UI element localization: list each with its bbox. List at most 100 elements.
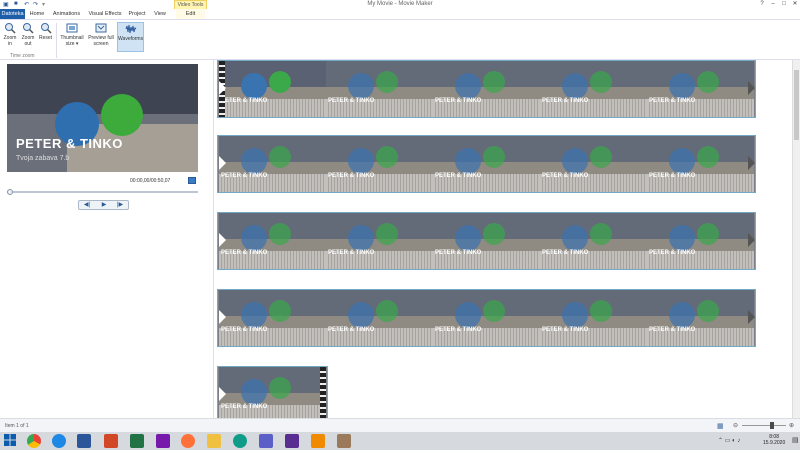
thumb-green-ball <box>376 71 398 93</box>
zoom-out-icon <box>23 23 34 34</box>
clip-caption: PETER & TINKO <box>221 404 268 410</box>
edge-icon[interactable] <box>233 434 247 448</box>
clip-caption: PETER & TINKO <box>542 98 589 104</box>
storyboard[interactable]: PETER & TINKO PETER & TINKO PETER & TINKO P… <box>214 60 792 424</box>
zoom-plus-icon[interactable]: ⊕ <box>789 422 794 429</box>
thumb-blue-ball <box>669 225 695 251</box>
thumb-blue-ball <box>241 73 267 99</box>
clip-thumbnail: PETER & TINKO <box>219 61 326 117</box>
waveforms-button[interactable]: Waveforms <box>117 22 144 52</box>
windows-start-icon[interactable] <box>4 434 18 448</box>
close-button[interactable]: ✕ <box>789 0 800 9</box>
seek-bar[interactable] <box>7 189 198 195</box>
clip-thumbnail: PETER & TINKO <box>540 213 647 269</box>
excel-icon[interactable] <box>130 434 144 448</box>
search-app-icon[interactable] <box>285 434 299 448</box>
thumb-green-ball <box>590 300 612 322</box>
zoom-minus-icon[interactable]: ⊖ <box>733 422 738 429</box>
seek-thumb[interactable] <box>7 189 13 195</box>
taskbar: ⌃ ▭ ◐ ♪ 8:08 15.9.2020 ▤ <box>0 432 800 450</box>
clip-thumbnail: PETER & TINKO <box>540 61 647 117</box>
fullscreen-preview-icon[interactable] <box>188 177 196 184</box>
next-frame-icon[interactable]: |▶ <box>112 201 128 209</box>
tab-view[interactable]: View <box>150 9 170 19</box>
ribbon: Zoom in Zoom out Reset Thumbnail size ▾ … <box>0 19 800 60</box>
green-ball <box>101 94 143 136</box>
clip-caption: PETER & TINKO <box>542 173 589 179</box>
clip-caption: PETER & TINKO <box>542 327 589 333</box>
clip-caption: PETER & TINKO <box>542 250 589 256</box>
file-explorer-icon[interactable] <box>207 434 221 448</box>
tab-home[interactable]: Home <box>26 9 48 19</box>
movie-maker-taskbar-icon[interactable] <box>337 434 351 448</box>
tray-icons[interactable]: ⌃ ▭ ◐ ♪ <box>718 437 740 444</box>
clip-caption: PETER & TINKO <box>328 98 375 104</box>
video-clip[interactable]: PETER & TINKO PETER & TINKO PETER & TINKO P… <box>217 135 756 193</box>
clip-start-arrow-icon <box>219 310 226 324</box>
thumb-blue-ball <box>241 302 267 328</box>
preview-full-screen-button[interactable]: Preview full screen <box>88 22 114 52</box>
video-clip[interactable]: PETER & TINKO PETER & TINKO PETER & TINKO P… <box>217 212 756 270</box>
thumb-green-ball <box>269 146 291 168</box>
thumb-green-ball <box>483 300 505 322</box>
video-preview[interactable]: PETER & TINKO Tvoja zabava 7.b <box>7 64 198 172</box>
thumb-green-ball <box>697 300 719 322</box>
thumb-green-ball <box>697 71 719 93</box>
clip-caption: PETER & TINKO <box>221 173 268 179</box>
zoom-slider[interactable] <box>742 422 786 429</box>
clip-thumbnail: PETER & TINKO <box>326 136 433 192</box>
vertical-scrollbar[interactable] <box>792 60 800 418</box>
thumbnail-size-button[interactable]: Thumbnail size ▾ <box>59 22 85 52</box>
clip-caption: PETER & TINKO <box>328 327 375 333</box>
thumb-green-ball <box>590 223 612 245</box>
reset-button[interactable]: Reset <box>38 22 53 52</box>
teams-icon[interactable] <box>259 434 273 448</box>
video-clip[interactable]: PETER & TINKO <box>217 366 328 424</box>
chrome-icon[interactable] <box>27 434 41 448</box>
firefox-icon[interactable] <box>181 434 195 448</box>
zoom-slider-thumb[interactable] <box>770 422 774 429</box>
tab-visual-effects[interactable]: Visual Effects <box>86 9 124 19</box>
scrollbar-thumb[interactable] <box>794 70 799 140</box>
clip-caption: PETER & TINKO <box>649 173 696 179</box>
previous-frame-icon[interactable]: ◀| <box>79 201 95 209</box>
tab-edit[interactable]: Edit <box>176 9 205 19</box>
clip-thumbnail: PETER & TINKO <box>647 61 754 117</box>
storyboard-view-icon[interactable]: ▦ <box>717 422 724 430</box>
clip-caption: PETER & TINKO <box>221 98 268 104</box>
internet-explorer-icon[interactable] <box>52 434 66 448</box>
thumb-green-ball <box>590 146 612 168</box>
preview-full-screen-label: Preview full screen <box>88 35 114 47</box>
taskbar-clock[interactable]: 8:08 15.9.2020 <box>763 434 785 446</box>
onenote-icon[interactable] <box>156 434 170 448</box>
thumb-blue-ball <box>562 73 588 99</box>
preview-pane: PETER & TINKO Tvoja zabava 7.b 00:00,00/… <box>0 60 214 418</box>
thumbnail-icon <box>66 23 78 33</box>
zoom-out-label: Zoom out <box>21 35 35 47</box>
film-strip-end <box>320 367 326 423</box>
timecode: 00:00,00/00:50,07 <box>130 178 171 184</box>
clip-start-arrow-icon <box>219 156 226 170</box>
clip-caption: PETER & TINKO <box>435 327 482 333</box>
clip-thumbnail: PETER & TINKO <box>326 213 433 269</box>
zoom-in-button[interactable]: Zoom in <box>3 22 17 52</box>
clock-date: 15.9.2020 <box>763 440 786 446</box>
powerpoint-icon[interactable] <box>104 434 118 448</box>
zoom-out-button[interactable]: Zoom out <box>20 22 36 52</box>
vlc-icon[interactable] <box>311 434 325 448</box>
clip-continue-arrow-icon <box>748 156 755 170</box>
tab-animations[interactable]: Animations <box>50 9 83 19</box>
thumb-blue-ball <box>455 148 481 174</box>
ribbon-tabs: Datoteka Home Animations Visual Effects … <box>0 9 800 19</box>
zoom-in-label: Zoom in <box>3 35 17 47</box>
tab-project[interactable]: Project <box>126 9 148 19</box>
reset-label: Reset <box>38 35 53 41</box>
notifications-icon[interactable]: ▤ <box>792 436 799 444</box>
tab-file[interactable]: Datoteka <box>0 9 25 19</box>
play-icon[interactable]: ▶ <box>96 201 112 209</box>
video-clip[interactable]: PETER & TINKO PETER & TINKO PETER & TINKO P… <box>217 60 756 118</box>
clip-caption: PETER & TINKO <box>435 173 482 179</box>
video-clip[interactable]: PETER & TINKO PETER & TINKO PETER & TINKO P… <box>217 289 756 347</box>
clip-caption: PETER & TINKO <box>649 327 696 333</box>
word-icon[interactable] <box>77 434 91 448</box>
